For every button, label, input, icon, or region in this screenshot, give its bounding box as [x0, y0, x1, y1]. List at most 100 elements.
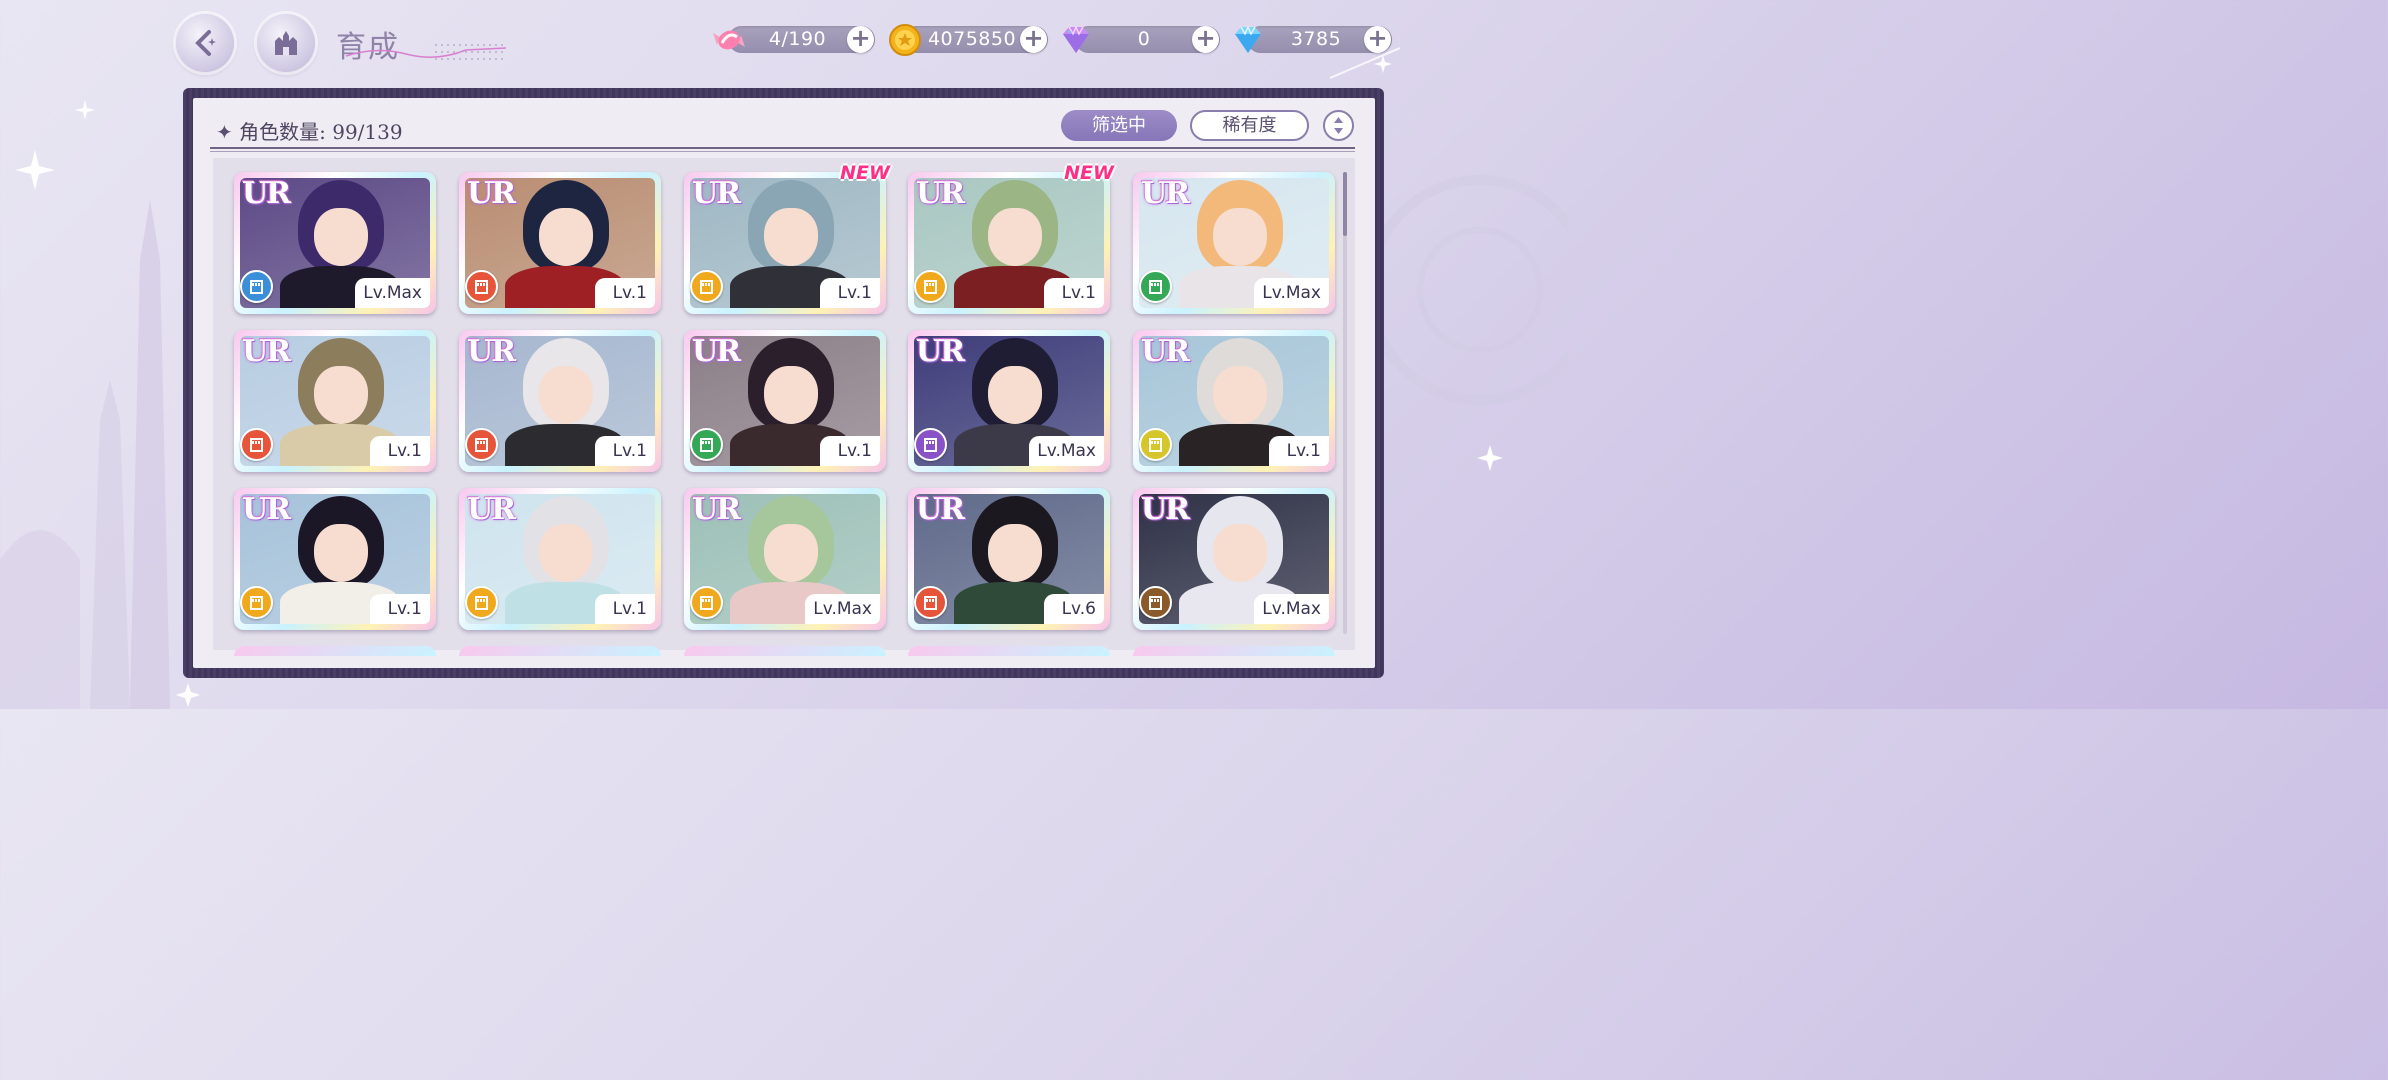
attribute-icon	[690, 428, 723, 461]
blue-diamond-resource: 3785 +	[1247, 26, 1392, 53]
back-arrow-icon	[195, 30, 216, 56]
rarity-badge: UR	[467, 334, 516, 369]
pink-diamond-value: 0	[1137, 28, 1151, 50]
character-card[interactable]: UR Lv.1	[459, 172, 661, 314]
gold-coin-icon	[889, 24, 921, 56]
rarity-badge: UR	[1141, 492, 1190, 527]
card-peek	[908, 646, 1110, 656]
attribute-icon	[240, 428, 273, 461]
portrait-face	[988, 208, 1042, 266]
portrait-face	[1213, 366, 1267, 424]
portrait-face	[539, 366, 593, 424]
portrait-face	[764, 366, 818, 424]
scrollbar-thumb[interactable]	[1343, 172, 1347, 236]
level-label: Lv.1	[595, 594, 655, 624]
level-label: Lv.Max	[355, 278, 430, 308]
add-candy-button[interactable]: +	[847, 26, 874, 53]
portrait-face	[1213, 524, 1267, 582]
attribute-icon	[914, 586, 947, 619]
rarity-badge: UR	[916, 334, 965, 369]
character-card[interactable]: UR Lv.Max	[1133, 172, 1335, 314]
portrait-face	[539, 208, 593, 266]
portrait-face	[988, 524, 1042, 582]
filter-button[interactable]: 筛选中	[1061, 110, 1177, 141]
level-label: Lv.Max	[1029, 436, 1104, 466]
rarity-badge: UR	[467, 176, 516, 211]
level-label: Lv.1	[595, 436, 655, 466]
blue-diamond-value: 3785	[1290, 28, 1342, 50]
candy-value: 4/190	[768, 28, 827, 50]
character-card[interactable]: UR Lv.Max	[234, 172, 436, 314]
level-label: Lv.1	[595, 278, 655, 308]
rarity-badge: UR	[916, 492, 965, 527]
attribute-icon	[1139, 586, 1172, 619]
character-card[interactable]: UR Lv.6	[908, 488, 1110, 630]
character-card[interactable]: UR Lv.1	[459, 488, 661, 630]
candy-resource: 4/190 +	[728, 26, 875, 53]
home-button[interactable]	[257, 14, 315, 72]
top-bar: 育成 4/190 + 4075850 + 0 + 3785 +	[0, 0, 1568, 80]
back-button[interactable]	[176, 14, 234, 72]
add-blue-diamond-button[interactable]: +	[1364, 26, 1391, 53]
portrait-face	[314, 366, 368, 424]
card-peek	[684, 646, 886, 656]
character-card[interactable]: UR Lv.Max	[1133, 488, 1335, 630]
character-count: ✦ 角色数量: 99/139	[216, 116, 403, 145]
attribute-icon	[465, 586, 498, 619]
rarity-sort-button[interactable]: 稀有度	[1190, 110, 1309, 141]
sort-arrows-icon	[1334, 117, 1343, 134]
character-card[interactable]: UR Lv.1 NEW	[684, 162, 890, 314]
character-card[interactable]: UR Lv.1	[459, 330, 661, 472]
gold-coin-value: 4075850	[927, 28, 1017, 50]
attribute-icon	[690, 270, 723, 303]
level-label: Lv.Max	[805, 594, 880, 624]
card-peek	[234, 646, 436, 656]
sort-order-button[interactable]	[1323, 110, 1354, 141]
level-label: Lv.Max	[1254, 594, 1329, 624]
attribute-icon	[240, 270, 273, 303]
divider	[210, 147, 1355, 149]
attribute-icon	[1139, 428, 1172, 461]
attribute-icon	[914, 270, 947, 303]
character-count-text: 角色数量: 99/139	[239, 120, 403, 144]
level-label: Lv.1	[1269, 436, 1329, 466]
attribute-icon	[1139, 270, 1172, 303]
level-label: Lv.6	[1044, 594, 1104, 624]
rarity-badge: UR	[692, 492, 741, 527]
portrait-face	[764, 524, 818, 582]
attribute-icon	[465, 428, 498, 461]
title-flourish	[345, 44, 507, 60]
card-peek	[1133, 646, 1335, 656]
portrait-face	[314, 524, 368, 582]
rarity-badge: UR	[1141, 334, 1190, 369]
character-card[interactable]: UR Lv.Max	[908, 330, 1110, 472]
character-card[interactable]: UR Lv.Max	[684, 488, 886, 630]
character-card[interactable]: UR Lv.1 NEW	[908, 162, 1114, 314]
rarity-badge: UR	[467, 492, 516, 527]
rarity-badge: UR	[242, 334, 291, 369]
character-card[interactable]: UR Lv.1	[1133, 330, 1335, 472]
rarity-badge: UR	[692, 176, 741, 211]
portrait-face	[539, 524, 593, 582]
character-card[interactable]: UR Lv.1	[684, 330, 886, 472]
sparkle-icon: ✦	[216, 120, 233, 144]
portrait-face	[988, 366, 1042, 424]
candy-icon	[713, 30, 745, 50]
rarity-badge: UR	[1141, 176, 1190, 211]
rarity-badge: UR	[242, 492, 291, 527]
add-gold-button[interactable]: +	[1020, 26, 1047, 53]
character-card[interactable]: UR Lv.1	[234, 330, 436, 472]
castle-icon	[275, 31, 297, 55]
add-pink-diamond-button[interactable]: +	[1192, 26, 1219, 53]
new-badge: NEW	[1064, 162, 1114, 184]
card-peek	[459, 646, 661, 656]
attribute-icon	[914, 428, 947, 461]
scrollbar-track[interactable]	[1343, 172, 1347, 634]
rarity-badge: UR	[242, 176, 291, 211]
level-label: Lv.1	[1044, 278, 1104, 308]
page-title-area: 育成	[336, 20, 511, 65]
pink-diamond-resource: 0 +	[1075, 26, 1220, 53]
blue-diamond-icon	[1235, 25, 1261, 53]
character-card[interactable]: UR Lv.1	[234, 488, 436, 630]
level-label: Lv.1	[370, 436, 430, 466]
